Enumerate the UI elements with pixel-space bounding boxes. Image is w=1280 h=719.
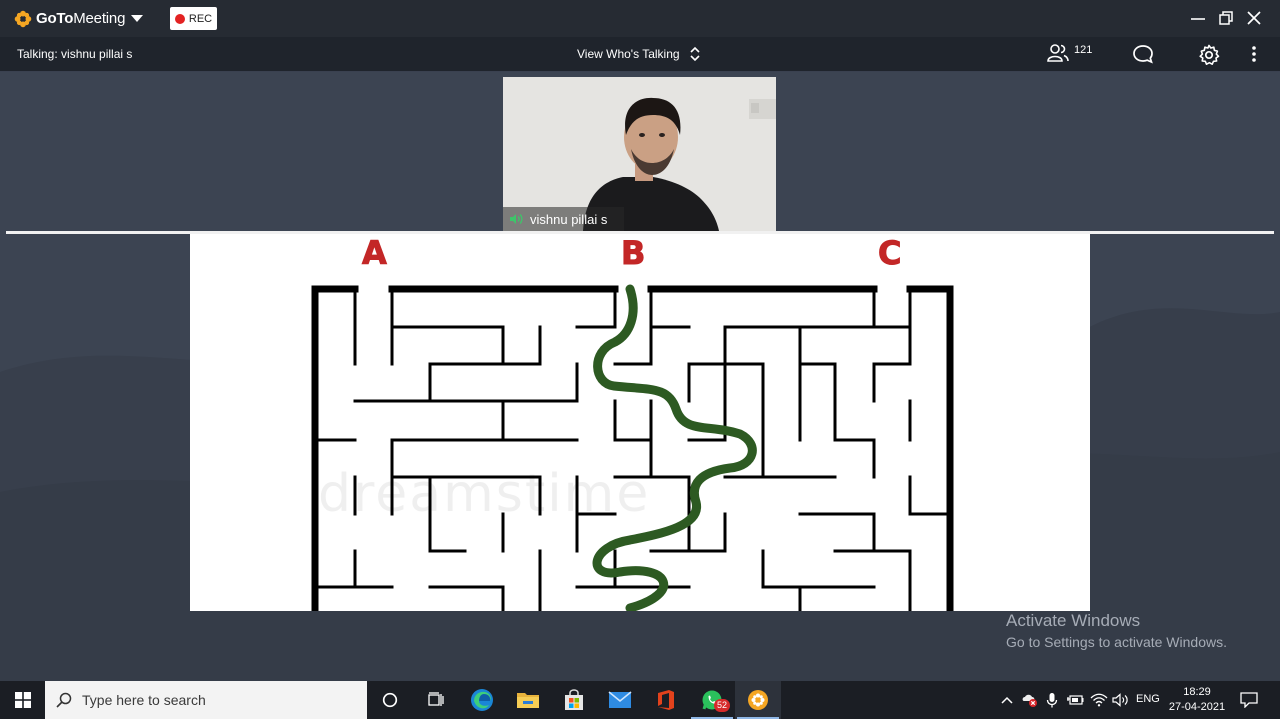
tray-antivirus[interactable] — [1019, 681, 1041, 719]
office-icon — [658, 690, 674, 710]
view-whos-talking-button[interactable]: View Who's Talking — [577, 46, 700, 62]
microphone-icon — [1046, 693, 1058, 708]
meeting-info-bar: Talking: vishnu pillai s View Who's Talk… — [0, 37, 1280, 72]
task-view-icon — [428, 692, 444, 706]
participant-count: 121 — [1074, 44, 1093, 56]
close-button[interactable] — [1243, 8, 1265, 28]
rec-label: REC — [188, 12, 213, 25]
start-button[interactable] — [0, 681, 45, 719]
taskbar-search-box[interactable]: Type here to search — [45, 681, 367, 719]
antivirus-icon — [1022, 694, 1037, 707]
participants-icon — [1047, 44, 1069, 62]
task-view-button[interactable] — [413, 681, 459, 719]
taskbar-edge[interactable] — [459, 681, 505, 719]
taskbar-file-explorer[interactable] — [505, 681, 551, 719]
activate-windows-title: Activate Windows — [1006, 611, 1141, 630]
tray-volume[interactable] — [1110, 681, 1132, 719]
volume-icon — [1112, 693, 1128, 707]
windows-taskbar: Type here to search 52 ENG 18:29 27-04-2… — [0, 681, 1280, 719]
taskbar-store[interactable] — [551, 681, 597, 719]
clock-time: 18:29 — [1183, 686, 1211, 698]
wifi-icon — [1090, 693, 1108, 707]
restore-button[interactable] — [1215, 8, 1237, 28]
recording-indicator[interactable]: REC — [170, 7, 217, 30]
settings-gear-icon — [1199, 44, 1220, 65]
participant-name-bar: vishnu pillai s — [503, 207, 624, 231]
taskbar-gotomeeting[interactable] — [735, 681, 781, 719]
participant-camera-tile[interactable]: vishnu pillai s — [503, 77, 776, 231]
edge-icon — [471, 689, 493, 711]
more-options-button[interactable] — [1247, 44, 1261, 69]
cortana-button[interactable] — [367, 681, 413, 719]
tray-wifi[interactable] — [1088, 681, 1110, 719]
input-language[interactable]: ENG — [1136, 693, 1160, 705]
app-title: GoToMeeting — [36, 10, 126, 27]
battery-icon — [1067, 695, 1084, 705]
gotomeeting-logo-icon — [14, 10, 32, 27]
updown-chevron-icon — [689, 46, 700, 62]
close-icon — [1247, 11, 1261, 25]
talking-indicator: Talking: vishnu pillai s — [17, 47, 133, 61]
mail-icon — [608, 691, 632, 708]
notification-center-button[interactable] — [1236, 681, 1262, 719]
show-hidden-icons-button[interactable] — [998, 681, 1016, 719]
search-icon — [56, 692, 72, 708]
notification-icon — [1240, 692, 1258, 708]
cortana-icon — [382, 692, 398, 708]
activate-windows-notice: Activate Windows Go to Settings to activ… — [1006, 611, 1227, 650]
restore-icon — [1219, 11, 1233, 25]
tray-microphone[interactable] — [1043, 681, 1061, 719]
chevron-down-icon — [131, 15, 144, 22]
taskbar-mail[interactable] — [597, 681, 643, 719]
chevron-up-icon — [1001, 696, 1013, 704]
clock-date: 27-04-2021 — [1168, 701, 1226, 713]
participant-name: vishnu pillai s — [530, 211, 608, 227]
taskbar-whatsapp[interactable]: 52 — [689, 681, 735, 719]
minimize-icon — [1191, 18, 1205, 20]
minimize-button[interactable] — [1187, 8, 1209, 28]
gotomeeting-menu[interactable]: GoToMeeting — [14, 0, 144, 37]
store-icon — [565, 689, 583, 710]
more-vertical-icon — [1252, 46, 1256, 62]
meeting-stage: vishnu pillai s A B C dreamstime Activat… — [0, 72, 1280, 681]
tray-battery[interactable] — [1064, 681, 1086, 719]
whatsapp-badge: 52 — [714, 699, 731, 712]
windows-start-icon — [14, 692, 31, 708]
shared-screen[interactable]: A B C dreamstime — [190, 234, 1090, 611]
system-clock[interactable]: 18:29 27-04-2021 — [1166, 685, 1228, 715]
speaker-icon — [510, 214, 523, 224]
chat-icon — [1133, 45, 1153, 64]
gotomeeting-taskbar-icon — [748, 690, 768, 710]
activate-windows-subtitle: Go to Settings to activate Windows. — [1006, 634, 1227, 650]
chat-button[interactable] — [1132, 44, 1154, 69]
view-whos-talking-label: View Who's Talking — [577, 47, 680, 61]
participants-button[interactable]: 121 — [1047, 43, 1092, 63]
title-bar: GoToMeeting REC — [0, 0, 1280, 37]
search-placeholder: Type here to search — [82, 692, 206, 708]
file-explorer-icon — [517, 693, 539, 708]
settings-button[interactable] — [1198, 44, 1220, 71]
maze-drawing — [311, 284, 954, 611]
record-dot-icon — [174, 13, 185, 24]
taskbar-office[interactable] — [643, 681, 689, 719]
